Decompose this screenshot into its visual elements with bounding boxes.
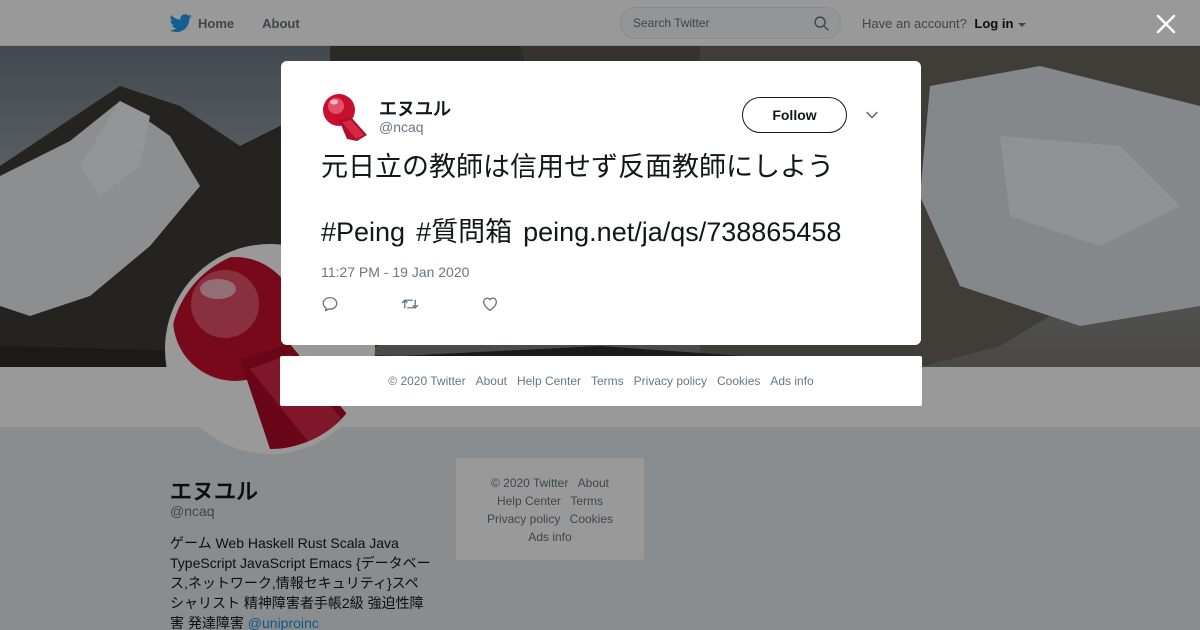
- chevron-down-icon[interactable]: [865, 108, 879, 122]
- tweet-author-name[interactable]: エヌユル: [379, 95, 451, 121]
- tweet-timestamp[interactable]: 11:27 PM - 19 Jan 2020: [321, 264, 469, 280]
- tweet-text: 元日立の教師は信用せず反面教師にしよう: [321, 152, 834, 182]
- footer-copyright: © 2020 Twitter: [388, 374, 466, 388]
- tweet-links-line: #Peing #質問箱 peing.net/ja/qs/738865458: [321, 216, 852, 248]
- footer-terms-link[interactable]: Terms: [591, 374, 624, 388]
- follow-button[interactable]: Follow: [742, 97, 847, 133]
- reply-button[interactable]: [321, 295, 401, 315]
- tweet-author-avatar[interactable]: [321, 93, 369, 141]
- reply-icon: [322, 296, 338, 312]
- hashtag-peing-link[interactable]: #Peing: [321, 217, 405, 247]
- retweet-icon: [401, 299, 419, 309]
- close-icon[interactable]: [1156, 14, 1176, 34]
- footer-help-link[interactable]: Help Center: [517, 374, 581, 388]
- tweet-modal: エヌユル @ncaq Follow 元日立の教師は信用せず反面教師にしよう #P…: [281, 61, 921, 345]
- footer-cookies-link[interactable]: Cookies: [717, 374, 760, 388]
- footer-privacy-link[interactable]: Privacy policy: [634, 374, 707, 388]
- footer-ads-link[interactable]: Ads info: [770, 374, 813, 388]
- tweet-url-link[interactable]: peing.net/ja/qs/738865458: [523, 217, 841, 247]
- like-button[interactable]: [481, 295, 561, 315]
- tweet-author-handle[interactable]: @ncaq: [379, 119, 424, 135]
- footer-about-link[interactable]: About: [476, 374, 507, 388]
- like-icon: [482, 297, 498, 312]
- retweet-button[interactable]: [401, 295, 481, 315]
- hashtag-question-box-link[interactable]: #質問箱: [416, 217, 512, 247]
- tweet-actions: [321, 295, 561, 315]
- modal-footer: © 2020 Twitter About Help Center Terms P…: [280, 356, 922, 406]
